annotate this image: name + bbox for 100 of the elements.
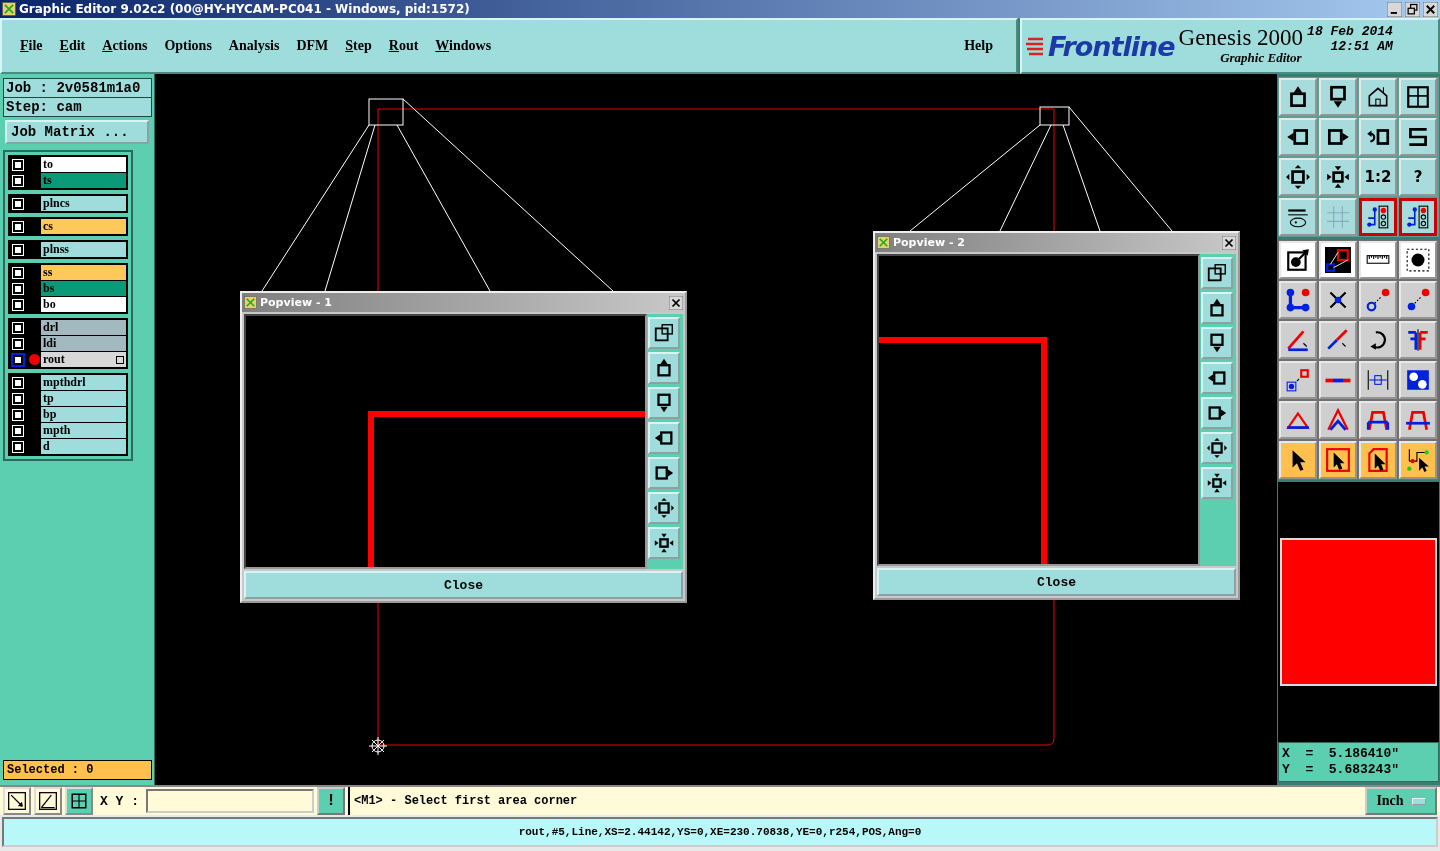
shrink-arrows-icon <box>653 532 675 554</box>
menu-item[interactable]: Rout <box>382 38 425 54</box>
layer-checkbox[interactable] <box>13 244 23 255</box>
menu-item[interactable]: Help <box>958 38 999 54</box>
grid-icon <box>1325 204 1351 230</box>
layer-checkbox[interactable] <box>13 267 23 278</box>
layer-checkbox[interactable] <box>13 283 23 294</box>
date-text: 18 Feb 2014 <box>1307 24 1393 39</box>
help-button[interactable]: ? <box>1399 158 1437 196</box>
popview-tool-button[interactable] <box>1201 327 1233 359</box>
selected-count: Selected : 0 <box>3 760 152 780</box>
popview-tool-button[interactable] <box>1201 257 1233 289</box>
zoom-frame <box>1039 106 1070 126</box>
layer-name[interactable]: mpth <box>41 423 126 438</box>
popview-tool-button[interactable] <box>648 387 680 419</box>
node-link-icon <box>1285 287 1311 313</box>
layer-name[interactable]: to <box>41 157 126 172</box>
layer-name[interactable]: bo <box>41 297 126 312</box>
layer-checkbox[interactable] <box>13 354 23 365</box>
popview-tool-button[interactable] <box>1201 397 1233 429</box>
units-button[interactable]: Inch <box>1365 787 1437 815</box>
resize-diagonal-icon <box>7 791 27 811</box>
layer-name[interactable]: bp <box>41 407 126 422</box>
product-name: Genesis 2000 <box>1178 26 1304 50</box>
toolbar-button[interactable] <box>1359 198 1397 236</box>
popview-tool-button[interactable] <box>648 352 680 384</box>
menu-item[interactable]: Actions <box>96 38 154 54</box>
layer-name[interactable]: bs <box>41 281 126 296</box>
layer-name[interactable]: drl <box>41 320 126 335</box>
layer-checkbox[interactable] <box>13 425 23 436</box>
layer-checkbox[interactable] <box>13 441 23 452</box>
popview-tool-button[interactable] <box>648 492 680 524</box>
layer-checkbox[interactable] <box>13 338 23 349</box>
layer-name[interactable]: ldi <box>41 336 126 351</box>
menu-item[interactable]: Edit <box>53 38 92 54</box>
menu-item[interactable]: Step <box>339 38 378 54</box>
layer-checkbox[interactable] <box>13 159 23 170</box>
app-icon <box>2 2 16 16</box>
shrink-arrows-icon <box>1206 472 1228 494</box>
popview-tool-button[interactable] <box>648 457 680 489</box>
product-subtitle: Graphic Editor <box>1220 50 1302 66</box>
layer-name[interactable]: cs <box>41 219 126 234</box>
layer-checkbox[interactable] <box>13 198 23 209</box>
popview-tool-button[interactable] <box>1201 292 1233 324</box>
measure-gap-icon <box>1365 367 1391 393</box>
popview-tool-button[interactable] <box>648 422 680 454</box>
status-bar: rout,#5,Line,XS=2.44142,YS=0,XE=230.70838,YE=0,r254,POS,Ang=0 <box>2 817 1438 847</box>
peak-icon <box>1325 407 1351 433</box>
traffic-light-icon <box>1365 204 1391 230</box>
layer-checkbox[interactable] <box>13 299 23 310</box>
zoom-frame <box>368 98 404 126</box>
layer-checkbox[interactable] <box>13 322 23 333</box>
menu-item[interactable]: File <box>14 38 49 54</box>
menu-item[interactable]: Windows <box>429 38 498 54</box>
popview-tool-button[interactable] <box>1201 362 1233 394</box>
job-matrix-button[interactable]: Job Matrix ... <box>5 120 149 144</box>
time-text: 12:51 AM <box>1330 39 1393 54</box>
mirror-icon <box>1405 327 1431 353</box>
route-pointer-icon <box>1405 447 1431 473</box>
popview-tool-button[interactable] <box>648 527 680 559</box>
close-button[interactable]: Close <box>244 571 683 599</box>
popview-tool-button[interactable] <box>648 317 680 349</box>
layer-name[interactable]: rout <box>41 352 126 367</box>
popview-tool-button[interactable] <box>1201 467 1233 499</box>
new-window-icon <box>653 322 675 344</box>
step-name: Step: cam <box>5 98 83 116</box>
xy-input-field[interactable] <box>146 789 314 813</box>
layer-name[interactable]: d <box>41 439 126 454</box>
layer-name[interactable]: mpthdrl <box>41 375 126 390</box>
close-icon <box>1423 1 1438 17</box>
speed-lines-icon <box>1026 36 1044 56</box>
prompt-text: <M1> - Select first area corner <box>348 787 1362 815</box>
app-icon <box>877 236 890 249</box>
popview-title: Popview - 2 <box>893 236 966 249</box>
layer-checkbox[interactable] <box>13 175 23 186</box>
arrow-circle-icon <box>1285 247 1311 273</box>
close-button[interactable]: Close <box>877 568 1236 596</box>
layer-name[interactable]: tp <box>41 391 126 406</box>
layer-name[interactable]: plncs <box>41 196 126 211</box>
layer-checkbox[interactable] <box>13 221 23 232</box>
menu-item[interactable]: DFM <box>290 38 335 54</box>
shrink-arrows-icon <box>1325 164 1351 190</box>
scale-button[interactable]: 1:2 <box>1359 158 1397 196</box>
layer-checkbox[interactable] <box>13 409 23 420</box>
alert-button[interactable]: ! <box>317 787 345 815</box>
popview-tool-button[interactable] <box>1201 432 1233 464</box>
layer-checkbox[interactable] <box>13 393 23 404</box>
angle-measure-icon <box>38 791 58 811</box>
window-grid-icon <box>1405 84 1431 110</box>
toolbar-button[interactable] <box>1399 198 1437 236</box>
logo-text: Frontline <box>1048 30 1175 62</box>
menu-item[interactable]: Analysis <box>222 38 286 54</box>
snap-square-icon <box>1325 247 1351 273</box>
layer-checkbox[interactable] <box>13 377 23 388</box>
layer-name[interactable]: plnss <box>41 242 126 257</box>
app-icon <box>244 296 257 309</box>
layer-name[interactable]: ts <box>41 173 126 188</box>
menu-item[interactable]: Options <box>158 38 218 54</box>
layer-name[interactable]: ss <box>41 265 126 280</box>
move-squares-icon <box>1285 367 1311 393</box>
